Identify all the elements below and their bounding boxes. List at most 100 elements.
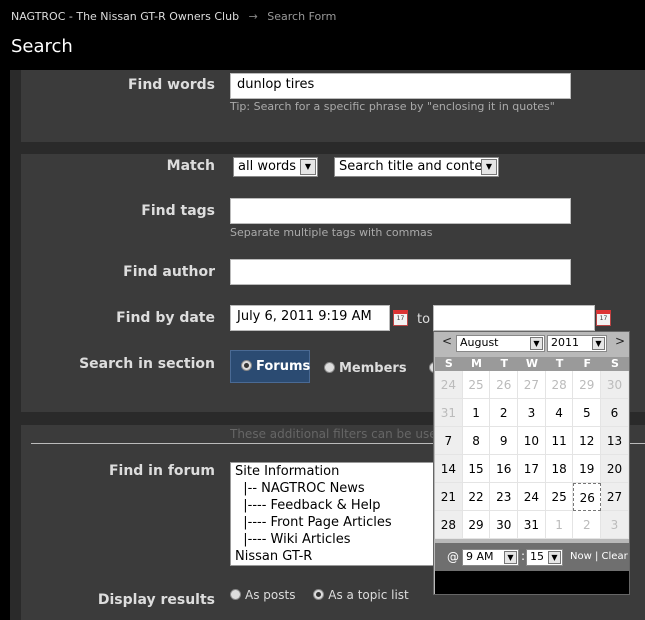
calendar-day[interactable]: 5 (573, 399, 602, 427)
match-scope-select[interactable]: Search title and content ▼ (334, 157, 499, 177)
breadcrumb-home-link[interactable]: NAGTROC - The Nissan GT-R Owners Club (11, 10, 239, 23)
find-by-date-label: Find by date (116, 310, 215, 326)
clear-button[interactable]: Clear (602, 551, 628, 562)
chevron-down-icon: ▼ (530, 337, 543, 350)
calendar-day[interactable]: 2 (573, 511, 602, 539)
calendar-day[interactable]: 9 (490, 427, 519, 455)
calendar-day[interactable]: 31 (518, 511, 546, 539)
as-topics-option[interactable]: As a topic list (313, 588, 409, 602)
calendar-day[interactable]: 10 (518, 427, 546, 455)
hour-select[interactable]: 9 AM ▼ (462, 549, 519, 566)
calendar-day[interactable]: 8 (462, 427, 491, 455)
forum-option[interactable]: Nissan GT-R (231, 548, 444, 565)
radio-icon (324, 362, 335, 373)
calendar-day[interactable]: 24 (518, 483, 546, 511)
calendar-day[interactable]: 24 (435, 371, 463, 399)
find-author-input[interactable] (230, 259, 571, 285)
section-tab-forums[interactable]: Forums (230, 350, 310, 383)
month-select[interactable]: August ▼ (456, 335, 545, 352)
month-value: August (460, 336, 499, 349)
calendar-day[interactable]: 13 (601, 427, 629, 455)
calendar-day[interactable]: 25 (462, 371, 491, 399)
weekday-label: F (583, 357, 592, 370)
calendar-week-row: 31 1 2 3 4 5 6 (435, 399, 629, 427)
calendar-day[interactable]: 1 (545, 511, 574, 539)
time-colon: : (521, 549, 526, 563)
chevron-down-icon: ▼ (504, 551, 517, 564)
prev-month-button[interactable]: < (442, 334, 452, 348)
match-scope-value: Search title and content (339, 159, 496, 174)
weekday-label: W (525, 357, 538, 370)
date-to-input[interactable] (433, 305, 595, 331)
calendar-day[interactable]: 20 (601, 455, 629, 483)
year-select[interactable]: 2011 ▼ (547, 335, 607, 352)
match-label: Match (166, 158, 215, 174)
now-button[interactable]: Now (570, 551, 592, 562)
time-separator: | (594, 551, 599, 562)
calendar-day[interactable]: 19 (573, 455, 602, 483)
calendar-week-row: 21 22 23 24 25 26 27 (435, 483, 629, 511)
calendar-day[interactable]: 3 (518, 399, 546, 427)
date-to-label: to (417, 312, 431, 327)
calendar-day[interactable]: 28 (435, 511, 463, 539)
calendar-day[interactable]: 11 (545, 427, 574, 455)
calendar-day[interactable]: 16 (490, 455, 519, 483)
calendar-day[interactable]: 22 (462, 483, 491, 511)
calendar-footer-bar (435, 571, 629, 594)
forum-option[interactable]: |---- Feedback & Help (231, 497, 444, 514)
calendar-day[interactable]: 17 (518, 455, 546, 483)
calendar-day[interactable]: 27 (518, 371, 546, 399)
calendar-day[interactable]: 25 (545, 483, 574, 511)
calendar-day[interactable]: 14 (435, 455, 463, 483)
calendar-day[interactable]: 30 (601, 371, 629, 399)
page-title: Search (11, 36, 73, 57)
calendar-day[interactable]: 23 (490, 483, 519, 511)
find-words-input[interactable]: dunlop tires (230, 73, 571, 99)
calendar-day[interactable]: 18 (545, 455, 574, 483)
calendar-icon[interactable]: 17 (393, 310, 408, 326)
as-topics-label: As a topic list (328, 588, 409, 602)
forum-option[interactable]: |---- Front Page Articles (231, 514, 444, 531)
weekday-label: T (500, 357, 508, 370)
calendar-day[interactable]: 29 (573, 371, 602, 399)
calendar-day[interactable]: 31 (435, 399, 463, 427)
calendar-day[interactable]: 27 (601, 483, 629, 511)
calendar-day[interactable]: 7 (435, 427, 463, 455)
date-from-input[interactable]: July 6, 2011 9:19 AM (230, 305, 390, 331)
find-tags-label: Find tags (141, 203, 215, 219)
match-mode-select[interactable]: all words ▼ (233, 157, 318, 177)
calendar-day[interactable]: 26 (573, 483, 602, 511)
calendar-day[interactable]: 30 (490, 511, 519, 539)
calendar-day[interactable]: 12 (573, 427, 602, 455)
next-month-button[interactable]: > (615, 334, 625, 348)
chevron-down-icon: ▼ (481, 159, 497, 175)
calendar-week-row: 7 8 9 10 11 12 13 (435, 427, 629, 455)
calendar-day[interactable]: 26 (490, 371, 519, 399)
section-tab-members[interactable]: Members (324, 361, 444, 376)
calendar-icon[interactable]: 17 (596, 310, 611, 326)
find-tags-input[interactable] (230, 198, 571, 224)
date-picker-popup: < August ▼ 2011 ▼ > SMTWTFS 24 25 26 27 28 29… (433, 331, 630, 595)
find-words-label: Find words (127, 77, 215, 93)
radio-icon (230, 589, 241, 600)
forum-option[interactable]: |-- NAGTROC News (231, 480, 444, 497)
calendar-day[interactable]: 28 (545, 371, 574, 399)
find-words-tip: Tip: Search for a specific phrase by "en… (230, 100, 555, 113)
forum-list-select[interactable]: Site Information |-- NAGTROC News |---- … (230, 462, 445, 566)
forum-option[interactable]: |---- Wiki Articles (231, 531, 444, 548)
search-in-section-label: Search in section (79, 356, 215, 372)
forum-option[interactable]: Site Information (231, 463, 444, 480)
calendar-day[interactable]: 21 (435, 483, 463, 511)
calendar-day[interactable]: 4 (545, 399, 574, 427)
calendar-day[interactable]: 29 (462, 511, 491, 539)
calendar-day[interactable]: 15 (462, 455, 491, 483)
calendar-day[interactable]: 6 (601, 399, 629, 427)
find-in-forum-label: Find in forum (108, 463, 215, 479)
calendar-day[interactable]: 2 (490, 399, 519, 427)
chevron-down-icon: ▼ (548, 551, 561, 564)
calendar-day[interactable]: 3 (601, 511, 629, 539)
section-members-label: Members (339, 361, 407, 376)
as-posts-option[interactable]: As posts (230, 588, 295, 602)
minute-select[interactable]: 15 ▼ (526, 549, 563, 566)
calendar-day[interactable]: 1 (462, 399, 491, 427)
